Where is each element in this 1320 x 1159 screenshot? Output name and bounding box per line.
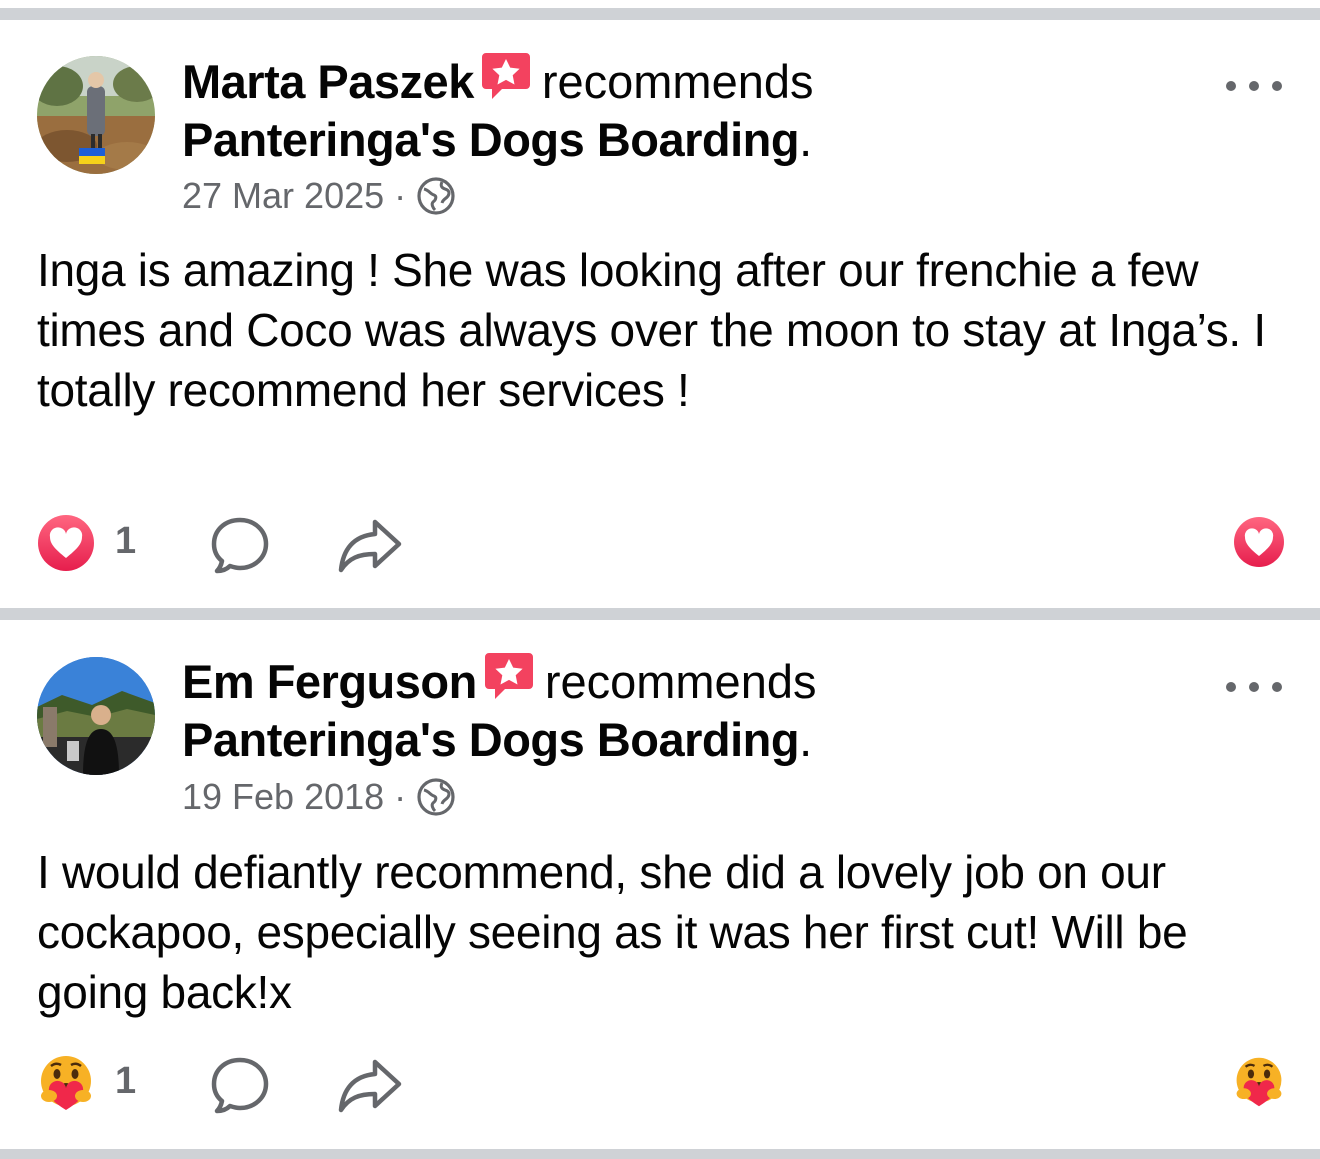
- comment-icon: [211, 517, 269, 574]
- page-name-suffix: .: [799, 113, 813, 166]
- share-icon: [338, 1059, 402, 1113]
- post-date[interactable]: 19 Feb 2018: [182, 776, 384, 818]
- globe-icon: [416, 777, 456, 817]
- meta-separator: ·: [394, 776, 407, 817]
- review-post: Em Ferguson recommends Panteringa's Dogs …: [0, 620, 1320, 1150]
- avatar[interactable]: [37, 657, 155, 775]
- more-options-button[interactable]: [1226, 74, 1282, 98]
- globe-icon: [416, 176, 456, 216]
- recommends-label: recommends: [544, 655, 817, 708]
- comment-icon: [211, 1057, 269, 1114]
- feed-divider: [0, 1149, 1320, 1159]
- recommend-badge-icon: [483, 649, 535, 714]
- recommend-badge-icon: [480, 49, 532, 114]
- heart-icon: [1234, 517, 1284, 567]
- post-header: Em Ferguson recommends: [182, 653, 816, 714]
- share-button[interactable]: [337, 1058, 403, 1114]
- dot-icon: [1226, 81, 1236, 91]
- review-post: Marta Paszek recommends Panteringa's Dogs…: [0, 20, 1320, 610]
- meta-separator: ·: [394, 175, 407, 216]
- post-date[interactable]: 27 Mar 2025: [182, 175, 384, 217]
- dot-icon: [1249, 682, 1259, 692]
- post-actions: 1: [37, 514, 1287, 574]
- feed-divider: [0, 8, 1320, 20]
- heart-reaction-icon[interactable]: [37, 514, 95, 572]
- comment-button[interactable]: [209, 1054, 271, 1116]
- post-text: Inga is amazing ! She was looking after …: [37, 244, 1266, 416]
- post-header-page: Panteringa's Dogs Boarding.: [182, 111, 812, 169]
- reviews-feed: Marta Paszek recommends Panteringa's Dogs…: [0, 0, 1320, 1159]
- page-name-link[interactable]: Panteringa's Dogs Boarding: [182, 713, 800, 766]
- share-button[interactable]: [337, 518, 403, 574]
- post-text: I would defiantly recommend, she did a l…: [37, 846, 1188, 1018]
- care-icon: [1236, 1057, 1282, 1107]
- dot-icon: [1272, 682, 1282, 692]
- dot-icon: [1226, 682, 1236, 692]
- post-actions: 1: [37, 1054, 1287, 1114]
- page-name-suffix: .: [799, 713, 813, 766]
- post-meta: 27 Mar 2025 ·: [182, 174, 456, 218]
- feed-divider: [0, 608, 1320, 620]
- author-name[interactable]: Marta Paszek: [182, 55, 474, 108]
- page-name-link[interactable]: Panteringa's Dogs Boarding: [182, 113, 800, 166]
- post-meta: 19 Feb 2018 ·: [182, 775, 456, 819]
- avatar[interactable]: [37, 56, 155, 174]
- comment-button[interactable]: [209, 514, 271, 576]
- care-react-button[interactable]: [1233, 1056, 1285, 1108]
- share-icon: [338, 519, 402, 573]
- author-name[interactable]: Em Ferguson: [182, 655, 477, 708]
- recommends-label: recommends: [541, 55, 814, 108]
- reaction-count[interactable]: 1: [115, 1060, 136, 1103]
- care-reaction-icon[interactable]: [37, 1054, 95, 1112]
- post-header-page: Panteringa's Dogs Boarding.: [182, 711, 812, 769]
- post-header: Marta Paszek recommends: [182, 53, 814, 114]
- love-react-button[interactable]: [1233, 516, 1285, 568]
- reaction-count[interactable]: 1: [115, 520, 136, 563]
- dot-icon: [1272, 81, 1282, 91]
- dot-icon: [1249, 81, 1259, 91]
- more-options-button[interactable]: [1226, 675, 1282, 699]
